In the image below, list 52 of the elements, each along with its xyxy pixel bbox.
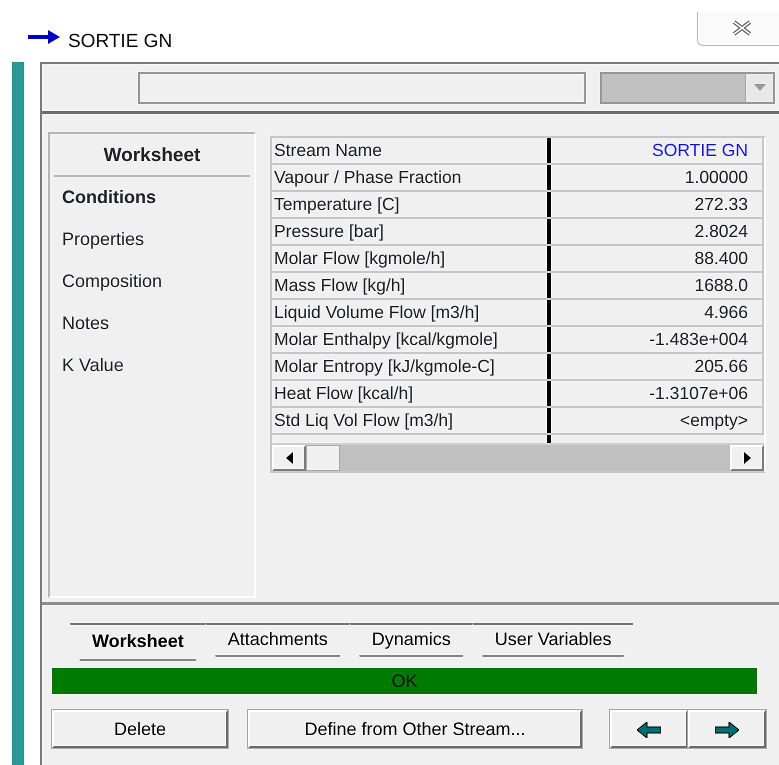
scroll-thumb[interactable] (306, 445, 340, 471)
table-cell[interactable]: 205.66 (551, 354, 764, 379)
input-field[interactable] (138, 72, 586, 104)
table-cell: Molar Entropy [kJ/kgmole-C] (272, 354, 551, 379)
sidebar-item[interactable]: Properties (50, 218, 254, 260)
table-cell: Std Liq Vol Flow [m3/h] (272, 408, 551, 433)
table-cell: Vapour / Phase Fraction (272, 165, 551, 190)
scroll-left-button[interactable] (272, 445, 306, 471)
close-icon (731, 20, 753, 36)
arrow-icon (28, 30, 60, 44)
table-cell: Molar Flow [kgmole/h] (272, 246, 551, 271)
table-cell: Temperature [C] (272, 192, 551, 217)
sidebar-item[interactable]: K Value (50, 344, 254, 386)
table-cell[interactable]: -1.3107e+06 (551, 381, 764, 406)
table-cell[interactable]: 1688.0 (551, 273, 764, 298)
right-arrow-icon (715, 722, 739, 738)
action-button[interactable]: Define from Other Stream... (248, 710, 582, 748)
table-cell[interactable]: 2.8024 (551, 219, 764, 244)
table-cell[interactable]: -1.483e+004 (551, 327, 764, 352)
scroll-right-button[interactable] (730, 445, 764, 471)
table-cell[interactable]: 88.400 (551, 246, 764, 271)
next-button[interactable] (688, 710, 766, 748)
status-bar: OK (52, 668, 757, 694)
action-button[interactable]: Delete (52, 710, 228, 748)
left-triangle-icon (286, 452, 292, 464)
caret-icon (754, 84, 766, 91)
table-cell: Heat Flow [kcal/h] (272, 381, 551, 406)
sidebar-item[interactable]: Conditions (50, 176, 254, 218)
tab[interactable]: Dynamics (350, 623, 473, 657)
dropdown[interactable] (600, 72, 775, 104)
window-title: SORTIE GN (68, 30, 172, 54)
sidebar-item[interactable]: Composition (50, 260, 254, 302)
table-cell[interactable]: 1.00000 (551, 165, 764, 190)
previous-button[interactable] (610, 710, 688, 748)
table-cell: Liquid Volume Flow [m3/h] (272, 300, 551, 325)
right-triangle-icon (744, 452, 750, 464)
table-cell[interactable]: 4.966 (551, 300, 764, 325)
sidebar-item[interactable]: Notes (50, 302, 254, 344)
tab[interactable]: Attachments (206, 623, 350, 657)
tab[interactable]: User Variables (472, 623, 634, 657)
table-cell[interactable]: SORTIE GN (551, 138, 764, 163)
table-cell[interactable]: <empty> (551, 408, 764, 433)
table-cell: Pressure [bar] (272, 219, 551, 244)
table-cell: Molar Enthalpy [kcal/kgmole] (272, 327, 551, 352)
table-cell[interactable]: 272.33 (551, 192, 764, 217)
close-button[interactable] (697, 12, 779, 46)
horizontal-scrollbar[interactable] (272, 443, 764, 471)
sidebar-header: Worksheet (54, 134, 250, 176)
table-cell: Mass Flow [kg/h] (272, 273, 551, 298)
left-arrow-icon (637, 722, 661, 738)
table-cell: Stream Name (272, 138, 551, 163)
tab[interactable]: Worksheet (70, 623, 206, 661)
